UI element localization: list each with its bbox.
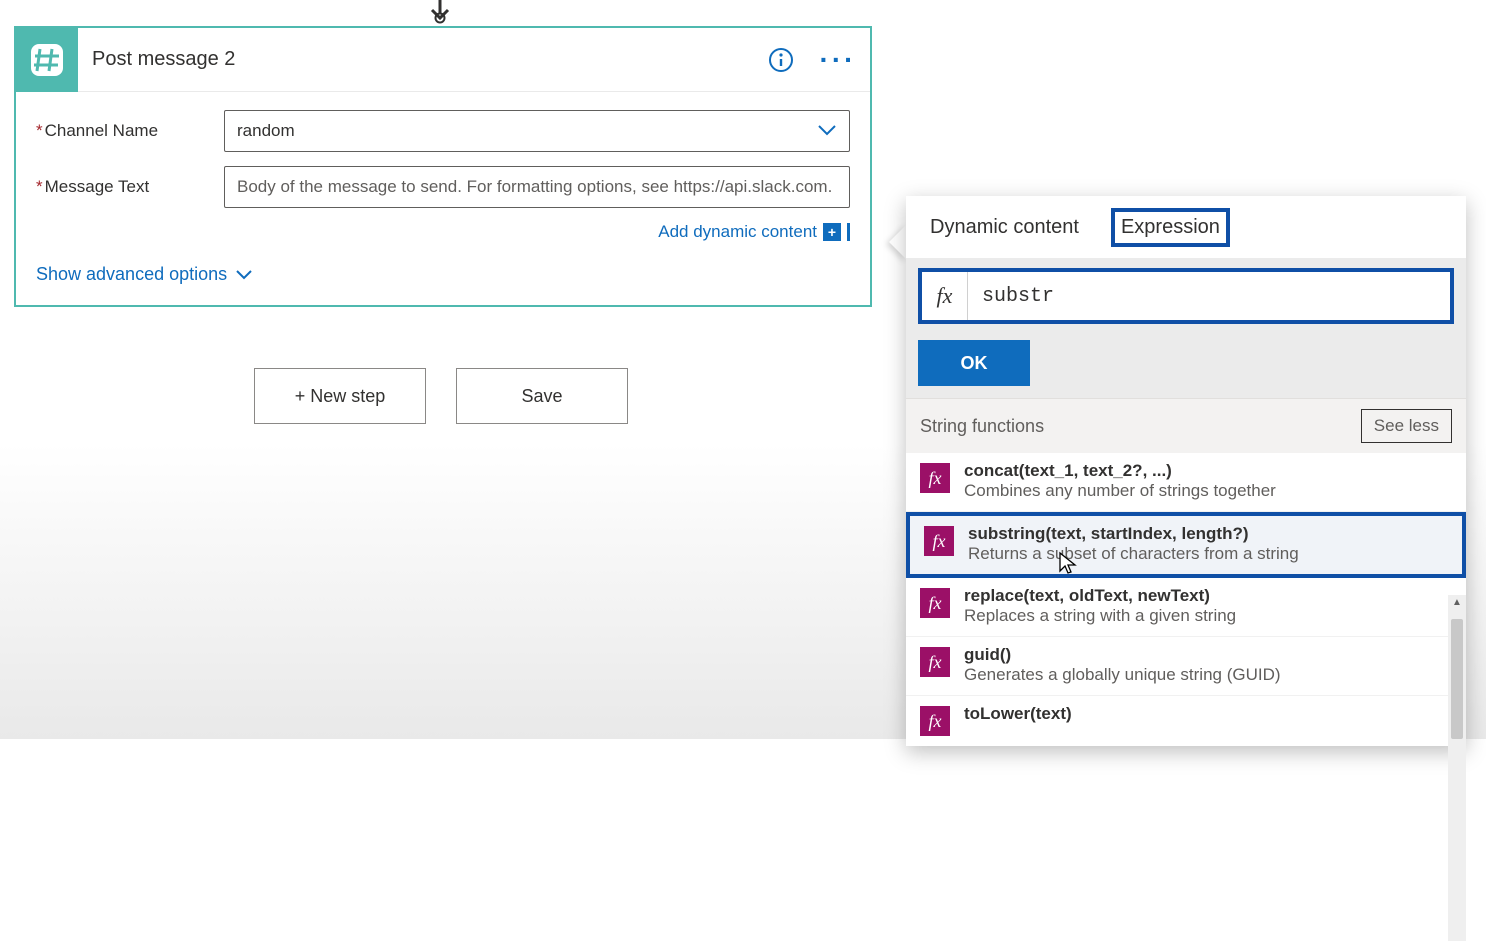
fx-name: concat(text_1, text_2?, ...): [964, 461, 1276, 481]
card-title[interactable]: Post message 2: [92, 48, 764, 71]
expression-input-box[interactable]: fx substr: [918, 268, 1454, 324]
fx-item-concat[interactable]: fx concat(text_1, text_2?, ...) Combines…: [906, 453, 1466, 512]
expression-flyout: Dynamic content Expression fx substr OK …: [906, 196, 1466, 746]
fx-desc: Combines any number of strings together: [964, 481, 1276, 501]
flyout-tabs: Dynamic content Expression: [906, 196, 1466, 258]
fx-icon: fx: [922, 272, 968, 320]
plus-icon[interactable]: +: [823, 223, 841, 241]
info-icon[interactable]: [764, 43, 798, 77]
channel-name-select[interactable]: random: [224, 110, 850, 152]
chevron-down-icon: [817, 121, 837, 141]
fx-item-guid[interactable]: fx guid() Generates a globally unique st…: [906, 637, 1466, 696]
flyout-caret: [889, 224, 907, 260]
chevron-down-icon: [235, 264, 253, 285]
fx-icon: fx: [920, 647, 950, 677]
save-button[interactable]: Save: [456, 368, 628, 424]
card-body: *Channel Name random *Message Text Body …: [16, 92, 870, 305]
scrollbar[interactable]: ▲: [1448, 595, 1466, 941]
fx-name: guid(): [964, 645, 1281, 665]
message-text-input[interactable]: Body of the message to send. For formatt…: [224, 166, 850, 208]
fx-icon: fx: [924, 526, 954, 556]
fx-item-substring[interactable]: fx substring(text, startIndex, length?) …: [906, 512, 1466, 578]
fx-name: replace(text, oldText, newText): [964, 586, 1236, 606]
fx-desc: Replaces a string with a given string: [964, 606, 1236, 626]
message-text-placeholder: Body of the message to send. For formatt…: [237, 177, 832, 197]
action-card-post-message: Post message 2 ··· *Channel Name random: [14, 26, 872, 307]
tab-expression[interactable]: Expression: [1111, 208, 1230, 247]
field-row-message-text: *Message Text Body of the message to sen…: [36, 166, 850, 208]
add-dynamic-content-link[interactable]: Add dynamic content: [658, 222, 817, 242]
scroll-thumb[interactable]: [1451, 619, 1463, 739]
card-header: Post message 2 ···: [16, 28, 870, 92]
more-actions-icon[interactable]: ···: [818, 43, 858, 77]
expression-input[interactable]: substr: [968, 285, 1450, 308]
message-text-label: Message Text: [45, 177, 150, 196]
tab-dynamic-content[interactable]: Dynamic content: [924, 212, 1085, 243]
fx-name: substring(text, startIndex, length?): [968, 524, 1299, 544]
fx-desc: Generates a globally unique string (GUID…: [964, 665, 1281, 685]
see-less-button[interactable]: See less: [1361, 409, 1452, 443]
ok-button[interactable]: OK: [918, 340, 1030, 386]
channel-name-label: Channel Name: [45, 121, 158, 140]
section-title: String functions: [920, 416, 1044, 437]
fx-icon: fx: [920, 588, 950, 618]
section-string-functions-header: String functions See less: [906, 399, 1466, 453]
fx-icon: fx: [920, 706, 950, 736]
slack-channel-icon: [16, 28, 78, 92]
function-list: fx concat(text_1, text_2?, ...) Combines…: [906, 453, 1466, 746]
flow-arrow-down-icon: [428, 0, 452, 24]
channel-name-value: random: [237, 121, 295, 141]
fx-icon: fx: [920, 463, 950, 493]
dynamic-content-bar: [847, 223, 850, 241]
scroll-up-icon[interactable]: ▲: [1451, 597, 1463, 608]
fx-item-replace[interactable]: fx replace(text, oldText, newText) Repla…: [906, 578, 1466, 637]
show-advanced-options-toggle[interactable]: Show advanced options: [36, 264, 850, 285]
fx-name: toLower(text): [964, 704, 1072, 724]
new-step-button[interactable]: + New step: [254, 368, 426, 424]
fx-desc: Returns a subset of characters from a st…: [968, 544, 1299, 564]
field-row-channel-name: *Channel Name random: [36, 110, 850, 152]
